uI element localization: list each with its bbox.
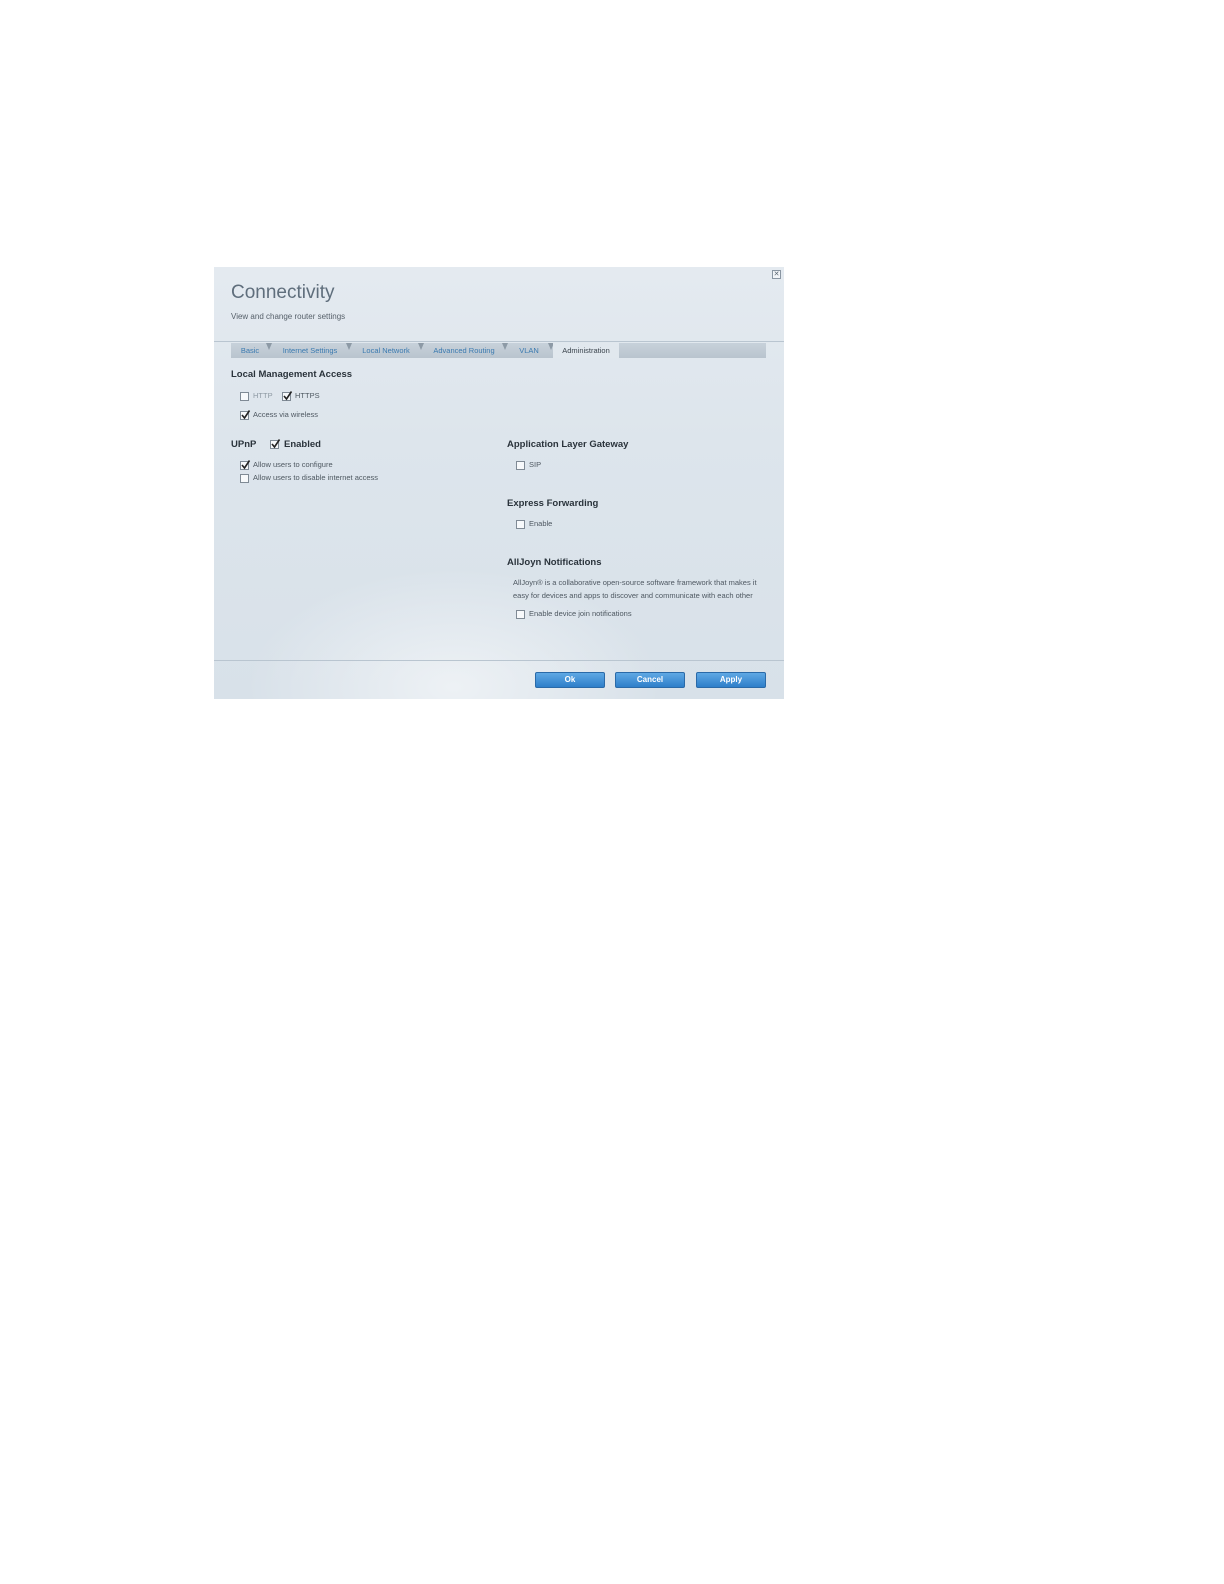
http-label: HTTP bbox=[253, 391, 273, 400]
tab-advanced-routing[interactable]: Advanced Routing bbox=[423, 343, 508, 358]
checkmark-icon bbox=[271, 439, 281, 449]
allow-configure-label: Allow users to configure bbox=[253, 460, 333, 469]
checkmark-icon bbox=[241, 460, 251, 470]
sip-checkbox[interactable] bbox=[516, 461, 525, 470]
https-checkbox[interactable] bbox=[282, 391, 293, 401]
allow-disable-internet-label: Allow users to disable internet access bbox=[253, 473, 379, 482]
express-forwarding-title: Express Forwarding bbox=[507, 498, 599, 509]
tab-local-network[interactable]: Local Network bbox=[351, 343, 424, 358]
alljoyn-title: AllJoyn Notifications bbox=[507, 557, 602, 568]
sip-label: SIP bbox=[529, 460, 542, 469]
checkmark-icon bbox=[241, 410, 251, 420]
express-forwarding-checkbox[interactable] bbox=[516, 520, 525, 529]
ok-button[interactable]: Ok bbox=[535, 672, 605, 688]
header-divider bbox=[214, 341, 784, 342]
alljoyn-enable-label: Enable device join notifications bbox=[529, 609, 632, 618]
alg-title: Application Layer Gateway bbox=[507, 439, 629, 450]
close-icon[interactable]: ✕ bbox=[772, 270, 781, 279]
apply-button[interactable]: Apply bbox=[696, 672, 766, 688]
footer-divider bbox=[214, 660, 784, 661]
express-forwarding-label: Enable bbox=[529, 519, 553, 528]
alljoyn-description: AllJoyn® is a collaborative open-source … bbox=[513, 578, 757, 600]
upnp-enabled-label: Enabled bbox=[284, 439, 321, 450]
http-checkbox[interactable] bbox=[240, 392, 249, 401]
tab-vlan[interactable]: VLAN bbox=[507, 343, 554, 358]
tab-internet-settings[interactable]: Internet Settings bbox=[271, 343, 352, 358]
checkmark-icon bbox=[283, 391, 293, 401]
access-wireless-checkbox[interactable] bbox=[240, 410, 251, 420]
tab-administration[interactable]: Administration bbox=[553, 343, 619, 358]
connectivity-dialog: ✕ Connectivity View and change router se… bbox=[214, 267, 784, 699]
dialog-title: Connectivity bbox=[231, 282, 335, 303]
tab-bar: Basic Internet Settings Local Network Ad… bbox=[231, 343, 766, 358]
tab-basic[interactable]: Basic bbox=[231, 343, 272, 358]
alljoyn-enable-checkbox[interactable] bbox=[516, 610, 525, 619]
local-management-title: Local Management Access bbox=[231, 369, 353, 380]
upnp-title: UPnP bbox=[231, 439, 257, 450]
upnp-enabled-checkbox[interactable] bbox=[270, 439, 281, 449]
cancel-button[interactable]: Cancel bbox=[615, 672, 685, 688]
https-label: HTTPS bbox=[295, 391, 320, 400]
access-wireless-label: Access via wireless bbox=[253, 410, 319, 419]
allow-disable-internet-checkbox[interactable] bbox=[240, 474, 249, 483]
allow-configure-checkbox[interactable] bbox=[240, 460, 251, 470]
dialog-subtitle: View and change router settings bbox=[231, 312, 346, 321]
